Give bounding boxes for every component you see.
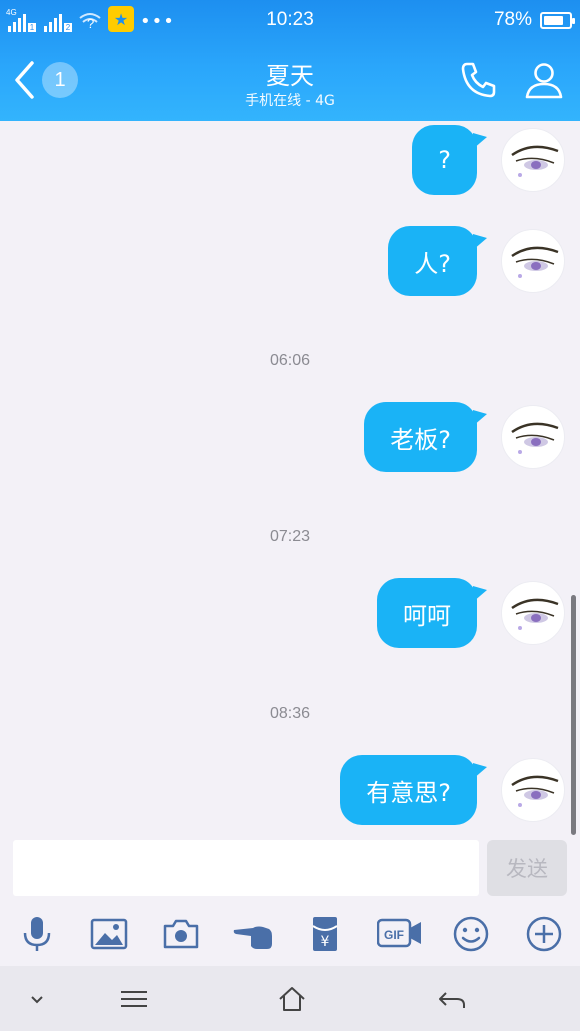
input-bar: 发送 (0, 836, 580, 902)
message-bubble[interactable]: 呵呵 (377, 578, 487, 648)
image-button[interactable] (89, 914, 129, 954)
timestamp: 07:23 (269, 528, 311, 545)
chat-scrollbar[interactable] (571, 595, 576, 835)
image-icon (90, 918, 128, 950)
home-button[interactable] (277, 984, 307, 1014)
menu-button[interactable] (119, 984, 149, 1014)
poke-icon (233, 926, 272, 949)
message-row: ? (412, 125, 565, 195)
send-button[interactable]: 发送 (487, 840, 567, 896)
avatar-image-icon (511, 422, 559, 454)
user-avatar[interactable] (501, 128, 565, 192)
menu-icon (121, 991, 147, 1007)
phone-icon (461, 62, 496, 98)
red-packet-icon: ¥ (312, 917, 338, 951)
message-input[interactable] (13, 840, 479, 896)
app-header: 4G 1 2 ? ★ ••• 10:23 78% 1 夏天 手机在线 - 4G (0, 0, 580, 121)
person-icon (525, 63, 563, 99)
title-bar: 1 夏天 手机在线 - 4G (0, 40, 580, 121)
more-button[interactable] (524, 914, 564, 954)
camera-icon (163, 919, 199, 949)
message-bubble[interactable]: 有意思? (340, 755, 487, 825)
message-row: 有意思? (340, 755, 565, 825)
system-nav-bar (0, 966, 580, 1031)
message-row: 呵呵 (377, 578, 565, 648)
message-bubble[interactable]: 老板? (364, 402, 487, 472)
message-row: 老板? (364, 402, 565, 472)
status-bar: 4G 1 2 ? ★ ••• 10:23 78% (0, 0, 580, 40)
battery-percent: 78% (493, 9, 532, 30)
battery-icon (540, 12, 575, 29)
call-button[interactable] (458, 60, 498, 100)
user-avatar[interactable] (501, 758, 565, 822)
chat-area[interactable]: ? 人? 06:06 老板? 07:23 呵呵 08:36 有意思? (0, 121, 580, 836)
battery-fill (544, 16, 563, 25)
system-back-button[interactable] (437, 984, 467, 1014)
avatar-image-icon (511, 598, 559, 630)
user-avatar[interactable] (501, 229, 565, 293)
red-packet-button[interactable]: ¥ (305, 914, 345, 954)
emoji-icon (453, 916, 489, 952)
message-bubble[interactable]: ? (412, 125, 487, 195)
chevron-down-icon (31, 996, 43, 1004)
mic-icon (23, 917, 51, 951)
profile-button[interactable] (524, 60, 564, 100)
gif-button[interactable]: GIF (376, 914, 423, 954)
avatar-image-icon (511, 775, 559, 807)
emoji-button[interactable] (451, 914, 491, 954)
gif-icon: GIF (376, 918, 421, 948)
hide-keyboard-button[interactable] (22, 984, 52, 1014)
gif-label: GIF (384, 928, 404, 942)
message-row: 人? (388, 226, 565, 296)
user-avatar[interactable] (501, 581, 565, 645)
avatar-image-icon (511, 145, 559, 177)
camera-button[interactable] (161, 914, 201, 954)
back-icon (439, 992, 465, 1008)
timestamp: 08:36 (269, 705, 311, 722)
yen-label: ¥ (321, 934, 330, 950)
message-bubble[interactable]: 人? (388, 226, 487, 296)
input-toolbar: ¥ GIF (0, 902, 580, 966)
avatar-image-icon (511, 246, 559, 278)
voice-button[interactable] (17, 914, 57, 954)
poke-button[interactable] (233, 914, 273, 954)
home-icon (279, 987, 305, 1011)
timestamp: 06:06 (269, 352, 311, 369)
user-avatar[interactable] (501, 405, 565, 469)
plus-icon (526, 916, 562, 952)
